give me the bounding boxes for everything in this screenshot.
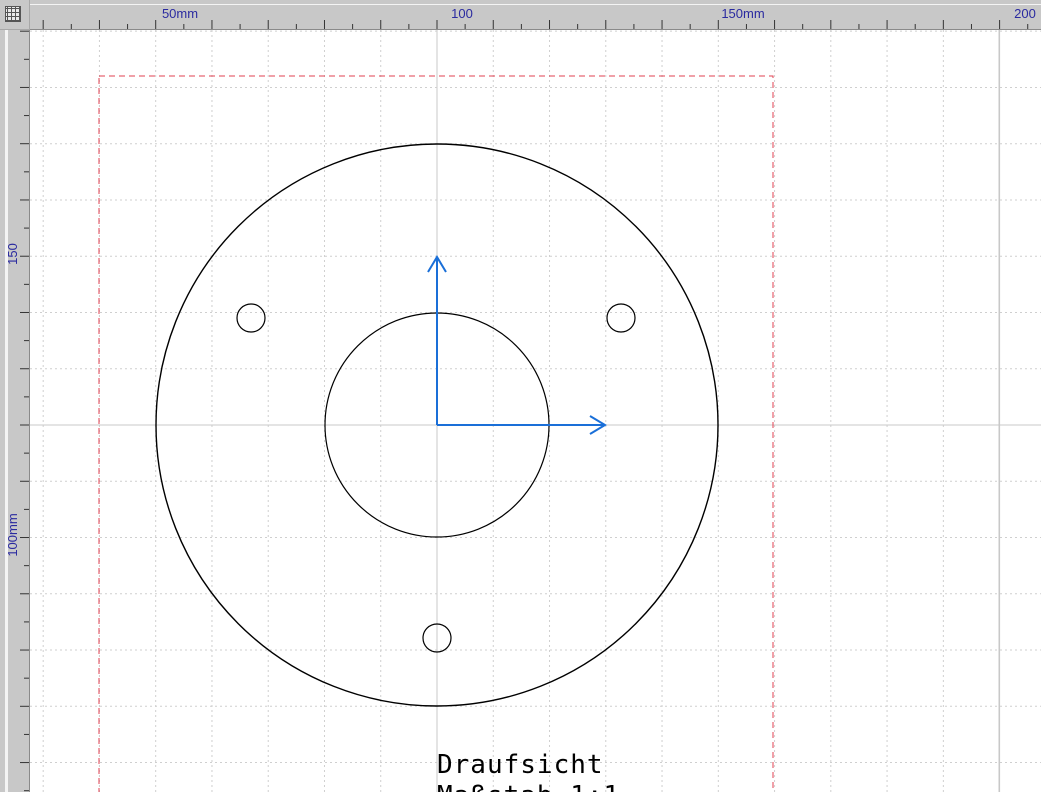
bolt-hole-right[interactable]	[606, 303, 636, 333]
horizontal-ruler[interactable]: 50mm 100 150mm 200	[30, 0, 1041, 30]
grid-toggle-icon[interactable]	[5, 6, 21, 22]
h-ruler-label-50: 50mm	[162, 6, 198, 21]
drawing-window: Draufsicht Maßstab 1:1 50mm 100 150mm 20…	[0, 0, 1041, 792]
v-ruler-label-150: 150	[5, 243, 20, 265]
bolt-hole-left[interactable]	[236, 303, 266, 333]
ruler-corner-button[interactable]	[0, 0, 30, 30]
view-scale[interactable]: Maßstab 1:1	[437, 781, 620, 792]
view-title[interactable]: Draufsicht	[437, 750, 604, 780]
v-ruler-label-100: 100mm	[5, 513, 20, 556]
h-ruler-label-150: 150mm	[721, 6, 764, 21]
h-ruler-label-100: 100	[451, 6, 473, 21]
vertical-ruler[interactable]: 150 100mm	[0, 30, 30, 792]
drawing-canvas[interactable]: Draufsicht Maßstab 1:1	[0, 0, 1041, 792]
background-grid	[30, 30, 1041, 792]
h-ruler-label-200: 200	[1014, 6, 1036, 21]
page-frame	[98, 75, 774, 792]
